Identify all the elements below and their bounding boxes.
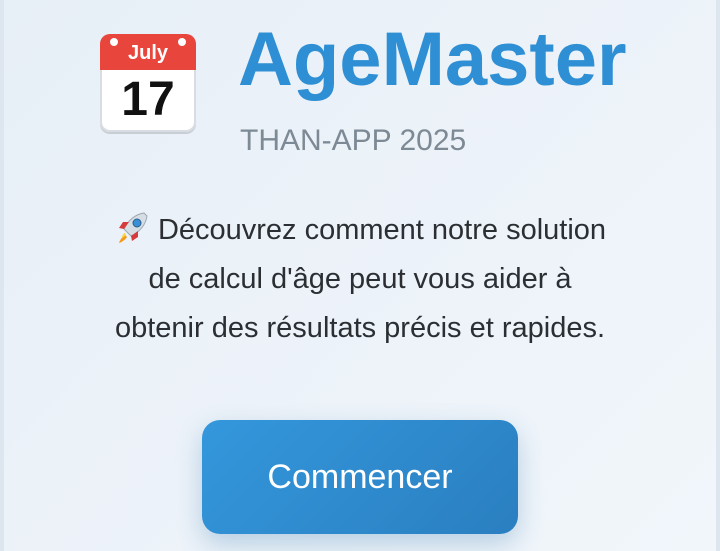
start-button[interactable]: Commencer (202, 420, 518, 534)
app-title: AgeMaster (238, 17, 627, 102)
app-header: July 17 AgeMaster THAN-APP 2025 (96, 20, 656, 170)
calendar-ring-left (110, 38, 118, 46)
right-border (716, 0, 720, 551)
intro-description: Découvrez comment notre solution de calc… (70, 206, 650, 353)
calendar-icon: July 17 (100, 34, 196, 132)
intro-text-1: Découvrez comment notre solution (157, 214, 607, 246)
calendar-ring-right (178, 38, 186, 46)
calendar-day: 17 (121, 73, 175, 126)
intro-line-3: obtenir des résultats précis et rapides. (114, 312, 606, 344)
app-subtitle: THAN-APP 2025 (240, 124, 467, 157)
intro-line-1: Découvrez comment notre solution (70, 206, 650, 255)
intro-line-2: de calcul d'âge peut vous aider à (148, 263, 572, 295)
left-border (0, 0, 4, 551)
rocket-icon (118, 212, 148, 243)
